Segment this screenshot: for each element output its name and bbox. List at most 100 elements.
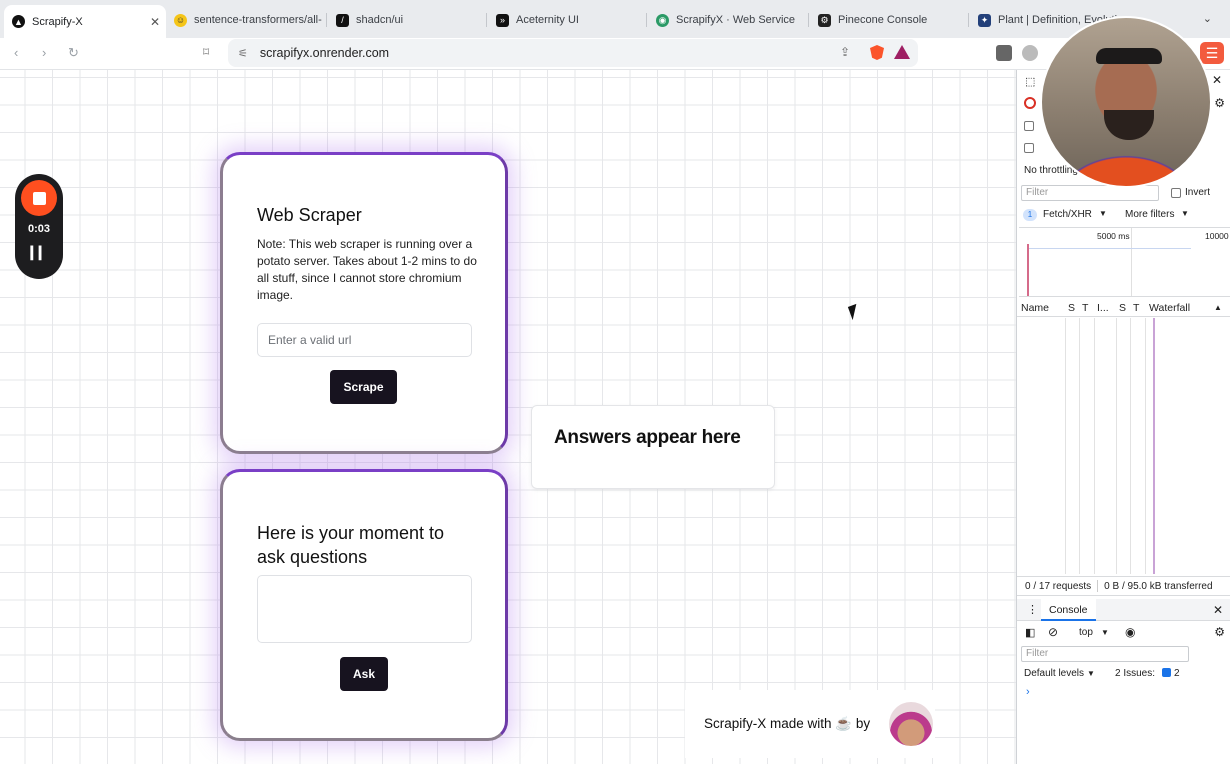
waterfall-load-line: [1153, 318, 1155, 574]
live-expression-eye-icon[interactable]: ◉: [1125, 625, 1135, 639]
brave-shields-icon[interactable]: [870, 45, 884, 60]
webcam-beard: [1104, 110, 1154, 140]
fetch-xhr-caret-icon[interactable]: ▼: [1099, 209, 1107, 218]
pinecone-favicon-icon: ⚙: [818, 13, 831, 27]
tab-divider: [646, 13, 647, 27]
console-settings-gear-icon[interactable]: ⚙: [1214, 625, 1225, 639]
address-bar[interactable]: ⚟ scrapifyx.onrender.com ⇪: [228, 39, 918, 67]
console-prompt-chevron-icon[interactable]: ›: [1026, 686, 1030, 698]
issues-label[interactable]: 2 Issues:: [1115, 668, 1155, 679]
preserve-log-checkbox[interactable]: [1024, 121, 1034, 131]
col-type[interactable]: T: [1082, 302, 1088, 314]
chat-icon[interactable]: [1022, 45, 1038, 61]
clear-console-icon[interactable]: ⊘: [1048, 625, 1058, 639]
levels-caret-icon[interactable]: ▼: [1087, 669, 1095, 678]
column-divider: [1130, 318, 1131, 574]
share-icon[interactable]: ⇪: [840, 45, 850, 59]
tick-5000-label: 5000 ms: [1097, 231, 1130, 241]
site-settings-icon[interactable]: ⚟: [238, 47, 248, 60]
col-status[interactable]: S: [1068, 302, 1075, 314]
more-tools-kebab-icon[interactable]: ⋮: [1027, 603, 1038, 616]
ask-button[interactable]: Ask: [340, 657, 388, 691]
context-selector[interactable]: top: [1079, 627, 1093, 638]
fetch-xhr-count-badge: 1: [1023, 209, 1037, 221]
network-requests-list[interactable]: [1017, 318, 1230, 574]
webcam-headband: [1096, 48, 1162, 64]
tick-10000-label: 10000: [1205, 231, 1229, 241]
requests-count: 0 / 17 requests: [1025, 580, 1092, 592]
forward-arrow-icon[interactable]: ›: [42, 45, 46, 60]
transferred-size: 0 B / 95.0 kB transferred: [1104, 580, 1213, 592]
tab-label: Scrapify-X: [32, 15, 83, 28]
drawer-close-icon[interactable]: ✕: [1213, 603, 1223, 617]
shadcn-favicon-icon: /: [336, 13, 349, 27]
answers-placeholder: Answers appear here: [554, 427, 741, 448]
tab-console[interactable]: Console: [1041, 599, 1096, 621]
inspect-element-icon[interactable]: ⬚: [1025, 75, 1035, 88]
default-levels-dropdown[interactable]: Default levels: [1024, 668, 1084, 679]
invert-label: Invert: [1185, 187, 1211, 198]
tab-render-service[interactable]: ◉ ScrapifyX · Web Service: [648, 6, 808, 34]
brave-rewards-icon[interactable]: [894, 45, 910, 59]
tab-label: Pinecone Console: [838, 14, 928, 26]
tab-shadcn[interactable]: / shadcn/ui: [328, 6, 486, 34]
pause-icon[interactable]: ▎▎: [15, 246, 63, 260]
tab-divider: [968, 13, 969, 27]
network-overview-timeline[interactable]: 5000 ms 10000: [1019, 227, 1230, 297]
webcam-overlay: [1040, 16, 1212, 188]
scrapify-favicon-icon: ▲: [12, 15, 25, 28]
footer-text: Scrapify-X made with ☕ by: [704, 716, 871, 731]
drawer-tab-strip: ⋮ Console ✕: [1017, 599, 1230, 621]
col-name[interactable]: Name: [1021, 302, 1049, 314]
sidebar-toggle-icon[interactable]: ◧: [1025, 626, 1035, 639]
tab-sentence-transformers[interactable]: ☺ sentence-transformers/all-: [166, 6, 326, 34]
context-caret-icon[interactable]: ▼: [1101, 628, 1109, 637]
tab-label: ScrapifyX · Web Service: [676, 14, 796, 26]
tab-close-icon[interactable]: ✕: [150, 15, 160, 29]
question-textarea[interactable]: [257, 575, 472, 643]
screen-recorder-widget: 0:03 ▎▎: [15, 174, 63, 279]
stop-recording-button[interactable]: [21, 180, 57, 216]
timeline-gridline: [1131, 228, 1132, 296]
tab-search-chevron-down-icon[interactable]: ⌄: [1203, 12, 1212, 25]
tab-pinecone[interactable]: ⚙ Pinecone Console: [810, 6, 968, 34]
issues-icon: [1162, 668, 1171, 677]
back-arrow-icon[interactable]: ‹: [14, 45, 18, 60]
reload-icon[interactable]: ↻: [68, 45, 79, 61]
sort-ascending-icon[interactable]: ▲: [1214, 303, 1222, 312]
network-summary-bar: 0 / 17 requests 0 B / 95.0 kB transferre…: [1017, 576, 1230, 596]
more-filters-dropdown[interactable]: More filters: [1125, 209, 1174, 220]
huggingface-favicon-icon: ☺: [174, 13, 187, 27]
bookmark-icon[interactable]: ⌑: [203, 45, 209, 59]
url-input[interactable]: Enter a valid url: [257, 323, 472, 357]
column-divider: [1065, 318, 1066, 574]
invert-checkbox[interactable]: [1171, 188, 1181, 198]
timeline-bar: [1029, 248, 1191, 249]
scrape-button[interactable]: Scrape: [330, 370, 397, 404]
col-size[interactable]: S: [1119, 302, 1126, 314]
col-waterfall[interactable]: Waterfall: [1149, 302, 1190, 314]
timeline-marker: [1027, 244, 1029, 296]
record-network-icon[interactable]: [1024, 97, 1036, 109]
britannica-favicon-icon: ✦: [978, 13, 991, 27]
tab-aceternity[interactable]: » Aceternity UI: [488, 6, 646, 34]
devtools-close-icon[interactable]: ✕: [1212, 73, 1222, 87]
col-time[interactable]: T: [1133, 302, 1139, 314]
more-filters-caret-icon[interactable]: ▼: [1181, 209, 1189, 218]
column-divider: [1079, 318, 1080, 574]
author-avatar[interactable]: [889, 702, 933, 746]
fetch-xhr-filter[interactable]: Fetch/XHR: [1043, 209, 1092, 220]
scraper-note: Note: This web scraper is running over a…: [257, 237, 477, 302]
console-filter-input[interactable]: Filter: [1021, 646, 1189, 662]
extension-icon[interactable]: [996, 45, 1012, 61]
issues-count: 2: [1174, 668, 1180, 679]
tab-divider: [808, 13, 809, 27]
tab-scrapify-x[interactable]: ▲ Scrapify-X ✕: [4, 5, 166, 38]
disable-cache-checkbox[interactable]: [1024, 143, 1034, 153]
col-initiator[interactable]: I...: [1097, 302, 1109, 314]
network-settings-gear-icon[interactable]: ⚙: [1214, 96, 1225, 110]
url-text[interactable]: scrapifyx.onrender.com: [260, 46, 389, 60]
menu-hamburger-icon[interactable]: ☰: [1200, 42, 1224, 64]
column-divider: [1094, 318, 1095, 574]
network-filter-input[interactable]: Filter: [1021, 185, 1159, 201]
